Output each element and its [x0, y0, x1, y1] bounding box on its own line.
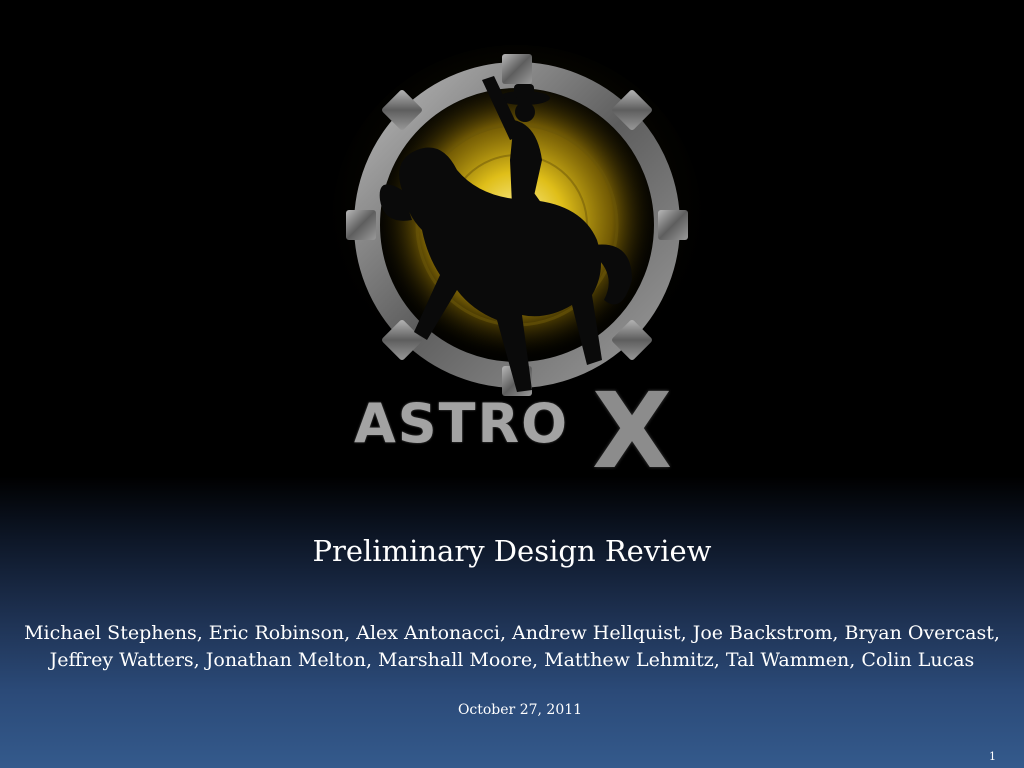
- wordmark-x: X: [592, 370, 673, 492]
- slide: ASTRO X Preliminary Design Review Michae…: [0, 0, 1024, 768]
- author-list: Michael Stephens, Eric Robinson, Alex An…: [20, 620, 1004, 674]
- slide-number: 1: [989, 750, 996, 763]
- wordmark-astro: ASTRO: [354, 392, 570, 455]
- author-line-1: Michael Stephens, Eric Robinson, Alex An…: [24, 622, 1000, 644]
- author-line-2: Jeffrey Watters, Jonathan Melton, Marsha…: [49, 649, 975, 671]
- astrox-wordmark: ASTRO X: [348, 370, 698, 492]
- presentation-date: October 27, 2011: [457, 702, 583, 718]
- slide-title: Preliminary Design Review: [312, 534, 712, 568]
